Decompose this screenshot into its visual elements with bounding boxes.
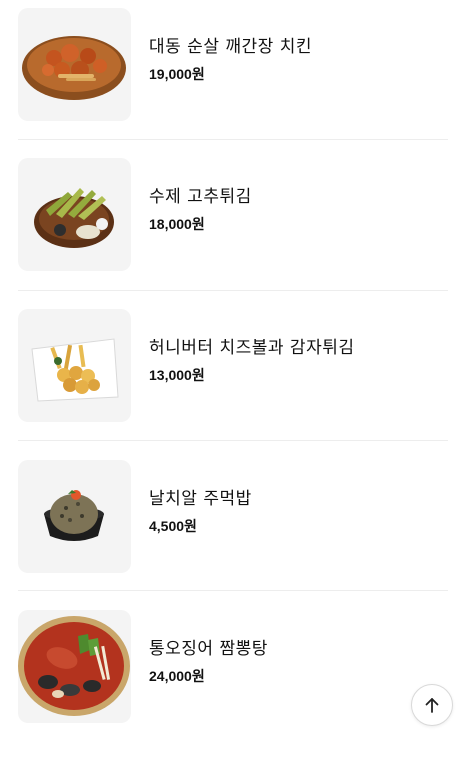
menu-item[interactable]: 통오징어 짬뽕탕 24,000원: [18, 610, 448, 760]
divider: [18, 440, 448, 441]
divider: [18, 590, 448, 591]
flying-fish-roe-riceball-image: [18, 460, 131, 573]
soy-garlic-boneless-chicken-image: [18, 8, 131, 121]
menu-item-price: 4,500원: [149, 518, 197, 534]
menu-item-price: 19,000원: [149, 66, 205, 82]
fried-pepper-image: [18, 158, 131, 271]
divider: [18, 290, 448, 291]
menu-item-price: 18,000원: [149, 216, 205, 232]
menu-item-price: 24,000원: [149, 668, 205, 684]
menu-item-name: 대동 순살 깨간장 치킨: [149, 37, 312, 57]
menu-item[interactable]: 수제 고추튀김 18,000원: [18, 158, 448, 308]
menu-item[interactable]: 날치알 주먹밥 4,500원: [18, 460, 448, 610]
honey-butter-cheeseball-fries-image: [18, 309, 131, 422]
arrow-up-icon: [425, 698, 439, 713]
menu-item-name: 날치알 주먹밥: [149, 489, 252, 509]
menu-item-name: 수제 고추튀김: [149, 187, 252, 207]
whole-squid-jjamppong-soup-image: [18, 610, 131, 723]
menu-item[interactable]: 허니버터 치즈볼과 감자튀김 13,000원: [18, 309, 448, 459]
divider: [18, 139, 448, 140]
menu-item-name: 허니버터 치즈볼과 감자튀김: [149, 338, 355, 358]
menu-item-price: 13,000원: [149, 367, 205, 383]
menu-item-name: 통오징어 짬뽕탕: [149, 639, 268, 659]
menu-item[interactable]: 대동 순살 깨간장 치킨 19,000원: [18, 8, 448, 158]
scroll-to-top-button[interactable]: [411, 684, 453, 726]
